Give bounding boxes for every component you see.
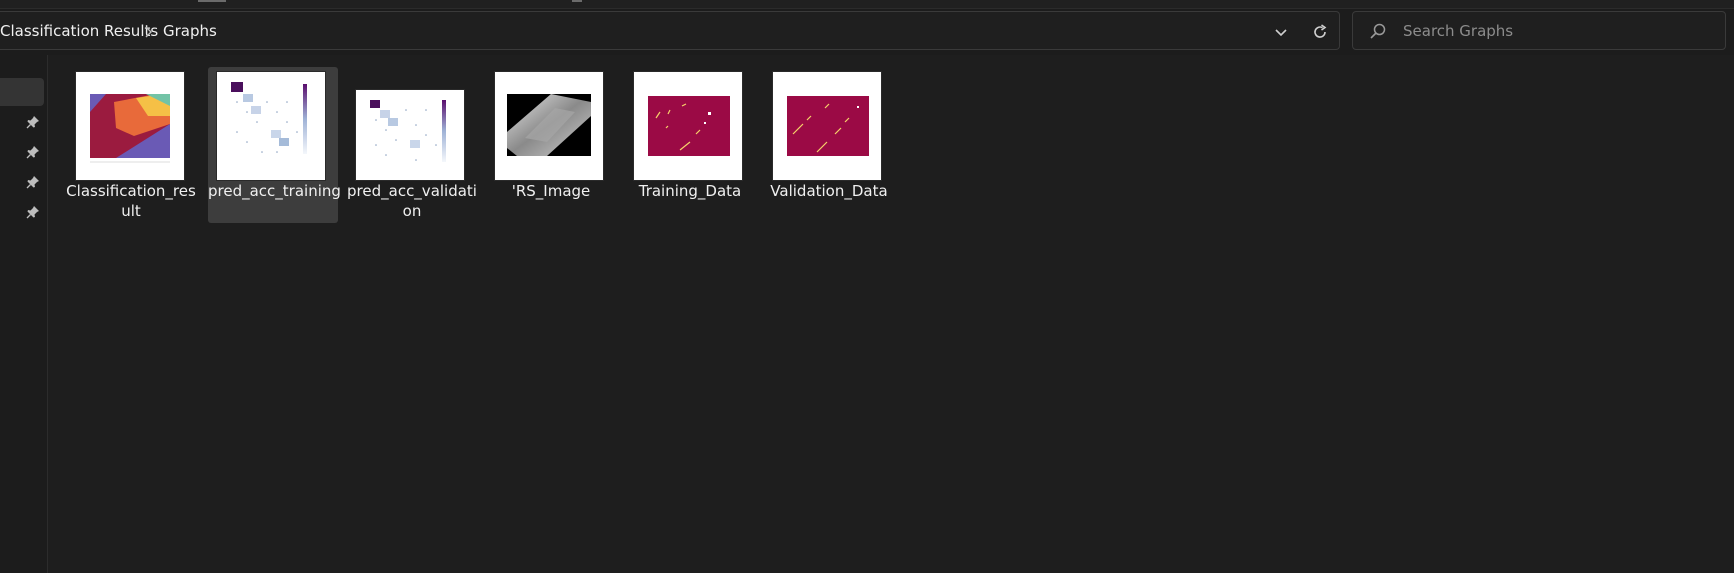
file-item-pred-acc-training[interactable]: pred_acc_training	[208, 67, 341, 223]
search-icon	[1369, 22, 1387, 44]
file-name-line-1: pred_acc_training	[208, 182, 341, 200]
pin-icon[interactable]	[26, 205, 40, 219]
refresh-icon[interactable]	[1311, 23, 1329, 45]
pin-icon[interactable]	[26, 115, 40, 129]
title-bar-remnant	[0, 0, 1734, 9]
file-name-line-1: pred_acc_validati	[347, 182, 477, 200]
pin-icon[interactable]	[26, 145, 40, 159]
file-name: pred_acc_validati on	[347, 181, 477, 221]
file-name: Training_Data	[625, 181, 755, 201]
breadcrumb-classification-results[interactable]: Classification Results	[0, 22, 158, 40]
file-name-line-1: 'RS_Image	[511, 182, 591, 200]
file-grid: Classification_res ult pred_acc_training…	[48, 55, 1734, 573]
thumbnail-sample-map	[634, 72, 742, 180]
file-name: 'RS_Image	[486, 181, 616, 201]
file-item-rs-image[interactable]: 'RS_Image	[486, 67, 616, 223]
clipped-text-fragment	[572, 0, 582, 2]
file-name: pred_acc_training	[208, 181, 341, 201]
thumbnail-sample-map	[773, 72, 881, 180]
navigation-pane	[0, 55, 48, 573]
file-name-line-1: Classification_res	[66, 182, 196, 200]
file-item-training-data[interactable]: Training_Data	[625, 67, 755, 223]
file-name-line-1: Validation_Data	[770, 182, 888, 200]
search-input[interactable]: Search Graphs	[1403, 22, 1513, 40]
thumbnail-confusion-matrix	[217, 72, 325, 180]
search-box[interactable]: Search Graphs	[1352, 11, 1726, 50]
thumbnail-confusion-matrix	[356, 90, 464, 180]
chevron-down-icon[interactable]	[1273, 25, 1289, 44]
file-name-line-2: on	[402, 202, 422, 220]
breadcrumb-separator-icon	[143, 24, 153, 43]
file-name-line-1: Training_Data	[638, 182, 742, 200]
file-name: Validation_Data	[764, 181, 894, 201]
file-item-validation-data[interactable]: Validation_Data	[764, 67, 894, 223]
navigation-item-selected[interactable]	[0, 78, 44, 106]
address-bar[interactable]: Classification Results Graphs	[0, 11, 1340, 50]
clipped-text-fragment	[198, 0, 226, 2]
file-name: Classification_res ult	[66, 181, 196, 221]
thumbnail-classification-map	[76, 72, 184, 180]
file-item-classification-result[interactable]: Classification_res ult	[66, 67, 196, 223]
file-item-pred-acc-validation[interactable]: pred_acc_validati on	[347, 67, 477, 223]
file-name-line-2: ult	[121, 202, 141, 220]
thumbnail-grayscale-image	[495, 72, 603, 180]
pin-icon[interactable]	[26, 175, 40, 189]
breadcrumb-graphs[interactable]: Graphs	[163, 22, 217, 40]
